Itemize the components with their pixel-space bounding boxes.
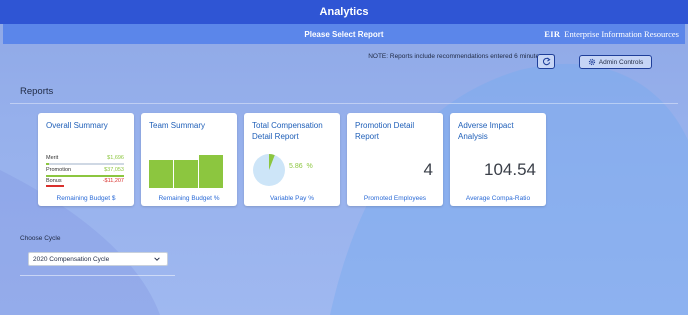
tile-title: Overall Summary: [46, 121, 108, 130]
refresh-icon: [542, 57, 551, 66]
app-title: Analytics: [319, 6, 369, 18]
reports-section-title: Reports: [20, 86, 54, 97]
cycle-divider: [20, 275, 175, 276]
tile-title: Team Summary: [149, 121, 206, 130]
promotion-bar: [46, 175, 124, 177]
promotion-row: Promotion $37,053: [46, 167, 124, 173]
admin-controls-button[interactable]: Admin Controls: [579, 55, 652, 69]
promotion-detail-tile[interactable]: Promotion Detail Report 4 Promoted Emplo…: [347, 113, 443, 206]
cycle-select[interactable]: 2020 Compensation Cycle: [28, 252, 168, 266]
cycle-select-value: 2020 Compensation Cycle: [33, 255, 110, 263]
brand-text: Enterprise Information Resources: [564, 29, 679, 39]
merit-bar: [46, 163, 49, 165]
gear-icon: [588, 58, 595, 66]
team-bar: [174, 160, 198, 188]
tile-title: Total Compensation Detail Report: [252, 121, 323, 141]
recommendations-note: NOTE: Reports include recommendations en…: [368, 53, 555, 60]
merit-row: Merit $1,696: [46, 155, 124, 161]
admin-controls-label: Admin Controls: [598, 58, 644, 66]
team-bar: [199, 155, 223, 188]
choose-cycle-label: Choose Cycle: [20, 235, 61, 242]
select-report-title: Please Select Report: [304, 29, 384, 39]
tile-footer: Promoted Employees: [363, 195, 427, 202]
report-selection-bar: Please Select Report EIR Enterprise Info…: [3, 24, 685, 44]
brand: EIR Enterprise Information Resources: [544, 29, 679, 39]
bonus-bar: [46, 185, 64, 187]
brand-logo: EIR: [544, 29, 561, 39]
overall-summary-tile[interactable]: Overall Summary Merit $1,696 Promotion $…: [38, 113, 134, 206]
tile-title: Adverse Impact Analysis: [458, 121, 514, 141]
total-compensation-tile[interactable]: Total Compensation Detail Report 5.86 % …: [244, 113, 340, 206]
promoted-employees-kpi: 4: [423, 160, 433, 179]
compa-ratio-kpi: 104.54: [484, 160, 536, 179]
bonus-row: Bonus -$11,207: [46, 178, 124, 184]
variable-pay-value: 5.86 %: [289, 163, 313, 170]
tile-footer: Average Compa-Ratio: [465, 195, 531, 202]
tile-footer: Remaining Budget $: [56, 195, 116, 202]
tile-footer: Remaining Budget %: [158, 195, 220, 202]
team-summary-tile[interactable]: Team Summary Remaining Budget %: [141, 113, 237, 206]
adverse-impact-tile[interactable]: Adverse Impact Analysis 104.54 Average C…: [450, 113, 546, 206]
merit-track: [46, 163, 124, 165]
tile-footer: Variable Pay %: [270, 195, 314, 202]
section-divider: [10, 103, 678, 104]
team-bar: [149, 160, 173, 188]
chevron-down-icon: [154, 257, 160, 261]
refresh-button[interactable]: [537, 54, 555, 69]
tile-title: Promotion Detail Report: [355, 121, 415, 141]
variable-pay-pie: [253, 154, 285, 186]
app-header: Analytics: [0, 0, 688, 24]
